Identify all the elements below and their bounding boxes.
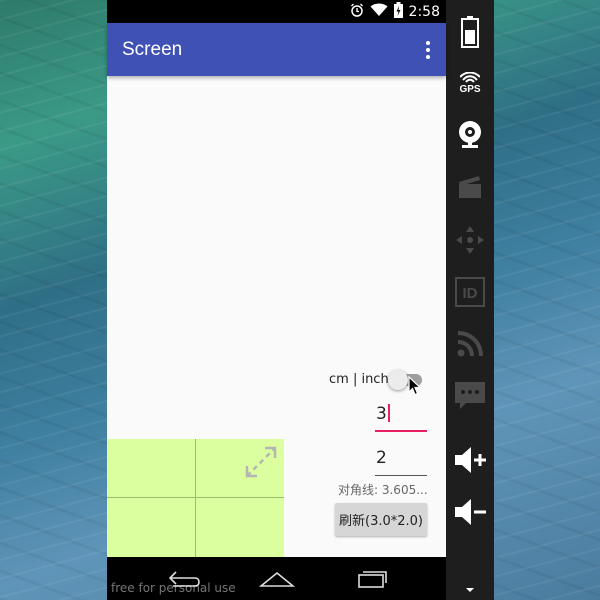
wifi-icon bbox=[370, 3, 388, 21]
app-title: Screen bbox=[122, 39, 183, 60]
unit-toggle-label: cm | inch bbox=[329, 372, 389, 387]
dpad-icon bbox=[446, 220, 494, 260]
volume-down-icon[interactable] bbox=[446, 492, 494, 532]
mouse-pointer-icon bbox=[408, 375, 422, 400]
recents-icon[interactable] bbox=[355, 569, 389, 593]
overflow-menu-icon[interactable] bbox=[420, 38, 436, 62]
status-time: 2:58 bbox=[408, 3, 440, 20]
switch-thumb bbox=[388, 370, 408, 390]
height-value: 2 bbox=[376, 448, 387, 468]
gps-icon[interactable]: GPS bbox=[446, 63, 494, 103]
emulator-toolbar: GPS ID bbox=[446, 0, 494, 600]
diagonal-text: 对角线: 3.605... bbox=[338, 483, 428, 497]
battery-charging-icon bbox=[393, 1, 403, 22]
battery-icon[interactable] bbox=[446, 12, 494, 52]
width-input[interactable]: 3 bbox=[375, 404, 427, 432]
preview-vertical-line bbox=[195, 439, 196, 557]
rss-network-icon bbox=[446, 324, 494, 364]
sms-icon bbox=[446, 376, 494, 416]
gps-label: GPS bbox=[459, 83, 481, 95]
webcam-icon[interactable] bbox=[446, 115, 494, 155]
main-content: cm | inch 3 2 对角线: 3.605... 刷新(3.0*2.0) bbox=[107, 76, 446, 557]
device-id-icon: ID bbox=[446, 272, 494, 312]
app-bar: Screen bbox=[107, 23, 446, 76]
preview-horizontal-line bbox=[107, 497, 284, 498]
status-bar: 2:58 bbox=[107, 0, 446, 23]
screencast-icon bbox=[446, 167, 494, 207]
refresh-button-label: 刷新(3.0*2.0) bbox=[339, 514, 423, 529]
volume-up-icon[interactable] bbox=[446, 440, 494, 480]
text-caret bbox=[387, 404, 390, 422]
watermark-text: free for personal use bbox=[111, 581, 236, 595]
expand-diagonal-icon[interactable] bbox=[243, 444, 279, 484]
home-icon[interactable] bbox=[258, 569, 296, 593]
width-value: 3 bbox=[376, 404, 387, 424]
device-id-label: ID bbox=[463, 285, 478, 302]
alarm-icon bbox=[350, 3, 364, 21]
height-input[interactable]: 2 bbox=[375, 448, 427, 476]
size-preview-rect[interactable] bbox=[107, 439, 284, 557]
more-tools-chevron-icon[interactable] bbox=[446, 580, 494, 600]
refresh-button[interactable]: 刷新(3.0*2.0) bbox=[335, 503, 427, 536]
